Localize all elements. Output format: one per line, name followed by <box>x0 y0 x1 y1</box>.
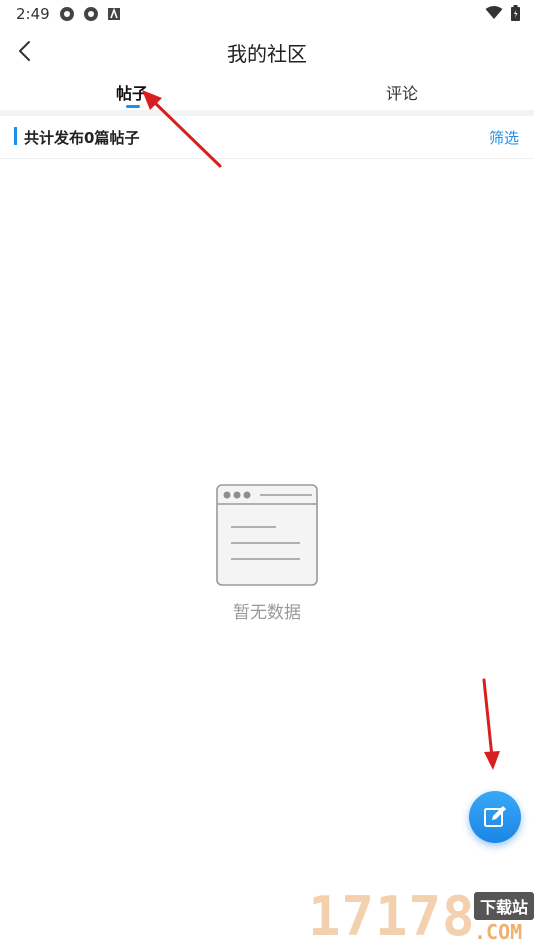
status-bar: 2:49 <box>0 0 534 28</box>
watermark-logo: 17178 下载站 .COM <box>308 884 534 950</box>
active-tab-indicator <box>126 105 140 108</box>
battery-icon <box>511 5 520 21</box>
empty-document-icon <box>216 484 318 586</box>
notification-icon <box>84 7 98 21</box>
page-title: 我的社区 <box>227 42 307 66</box>
summary-bar: 共计发布0篇帖子 筛选 <box>0 116 534 159</box>
notification-icon <box>60 7 74 21</box>
tab-comments[interactable]: 评论 <box>386 80 418 104</box>
edit-icon <box>484 806 506 827</box>
tab-posts[interactable]: 帖子 <box>116 80 148 104</box>
summary-accent-bar <box>14 127 17 145</box>
compose-post-button[interactable] <box>469 791 521 843</box>
app-bar: 我的社区 <box>0 28 534 74</box>
status-time: 2:49 <box>16 5 50 23</box>
tab-bar: 帖子 评论 <box>0 74 534 110</box>
post-count-summary: 共计发布0篇帖子 <box>24 129 140 147</box>
watermark-badge: 下载站 <box>474 892 534 920</box>
empty-state-text: 暂无数据 <box>233 603 301 623</box>
wifi-icon <box>485 6 503 19</box>
filter-button[interactable]: 筛选 <box>489 127 519 148</box>
app-notification-icon <box>108 7 120 20</box>
watermark-digits: 17178 <box>308 885 476 948</box>
watermark-domain: .COM <box>474 920 523 944</box>
